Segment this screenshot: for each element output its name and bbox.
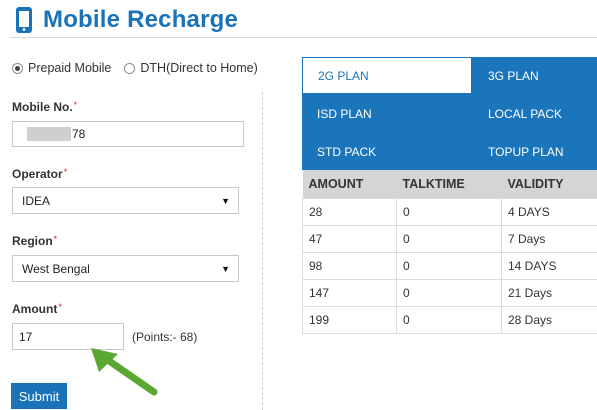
mobile-number-suffix: 78 (72, 127, 86, 141)
required-mark: * (53, 234, 58, 244)
cell-amount: 98 (302, 252, 397, 280)
operator-select[interactable]: IDEA ▼ (12, 187, 239, 214)
mobile-number-input[interactable]: 78 (12, 121, 244, 147)
page-header: Mobile Recharge (14, 5, 238, 35)
cell-amount: 47 (302, 225, 397, 253)
amount-label: Amount* (12, 302, 62, 316)
mobile-phone-icon (16, 7, 32, 33)
cell-validity: 14 DAYS (501, 252, 597, 280)
tab-2g-plan[interactable]: 2G PLAN (302, 57, 472, 94)
masked-number (27, 127, 71, 141)
cell-talktime: 0 (396, 279, 502, 307)
tab-topup-plan[interactable]: TOPUP PLAN (488, 145, 564, 159)
header-divider (10, 37, 597, 38)
table-row[interactable]: 98 0 14 DAYS (302, 252, 597, 280)
column-header-amount: AMOUNT (302, 170, 397, 199)
cell-talktime: 0 (396, 252, 502, 280)
recharge-type-group: Prepaid Mobile DTH(Direct to Home) (12, 61, 271, 75)
green-arrow-icon (91, 348, 158, 396)
column-header-talktime: TALKTIME (396, 170, 502, 199)
cell-amount: 199 (302, 306, 397, 334)
required-mark: * (58, 302, 62, 312)
mobile-label: Mobile No.* (12, 100, 78, 114)
radio-prepaid-mobile[interactable] (12, 62, 23, 74)
points-text: (Points:- 68) (132, 330, 198, 344)
table-row[interactable]: 147 0 21 Days (302, 279, 597, 307)
amount-value: 17 (19, 329, 33, 344)
column-header-validity: VALIDITY (501, 170, 597, 199)
cell-talktime: 0 (396, 306, 502, 334)
column-divider (262, 92, 263, 410)
required-mark: * (63, 167, 68, 177)
radio-dth[interactable] (124, 62, 136, 74)
required-mark: * (73, 100, 78, 110)
table-row[interactable]: 199 0 28 Days (302, 306, 597, 334)
cell-validity: 7 Days (501, 225, 597, 253)
table-row[interactable]: 28 0 4 DAYS (302, 198, 597, 226)
table-header-row: AMOUNT TALKTIME VALIDITY (302, 170, 597, 199)
region-label: Region* (12, 234, 58, 248)
tab-isd-plan[interactable]: ISD PLAN (317, 107, 372, 121)
operator-value: IDEA (22, 193, 51, 208)
tab-std-pack[interactable]: STD PACK (317, 145, 376, 159)
cell-validity: 28 Days (501, 306, 597, 334)
tab-local-pack[interactable]: LOCAL PACK (488, 107, 562, 121)
operator-label: Operator* (12, 167, 68, 181)
dropdown-caret-icon: ▼ (221, 195, 230, 206)
tab-3g-plan[interactable]: 3G PLAN (488, 69, 539, 83)
region-select[interactable]: West Bengal ▼ (12, 255, 239, 282)
radio-dth-label[interactable]: DTH(Direct to Home) (140, 61, 257, 75)
page-title: Mobile Recharge (43, 6, 239, 33)
cell-talktime: 0 (396, 198, 502, 226)
radio-prepaid-mobile-label[interactable]: Prepaid Mobile (28, 61, 111, 75)
plan-table: AMOUNT TALKTIME VALIDITY 28 0 4 DAYS 47 … (302, 170, 597, 334)
cell-amount: 28 (302, 198, 397, 226)
table-row[interactable]: 47 0 7 Days (302, 225, 597, 253)
dropdown-caret-icon: ▼ (221, 263, 230, 274)
cell-talktime: 0 (396, 225, 502, 253)
cell-validity: 4 DAYS (501, 198, 597, 226)
plan-tabs: 2G PLAN 3G PLAN ISD PLAN LOCAL PACK STD … (302, 57, 597, 170)
region-value: West Bengal (22, 261, 90, 276)
submit-button[interactable]: Submit (11, 383, 67, 409)
cell-validity: 21 Days (501, 279, 597, 307)
cell-amount: 147 (302, 279, 397, 307)
